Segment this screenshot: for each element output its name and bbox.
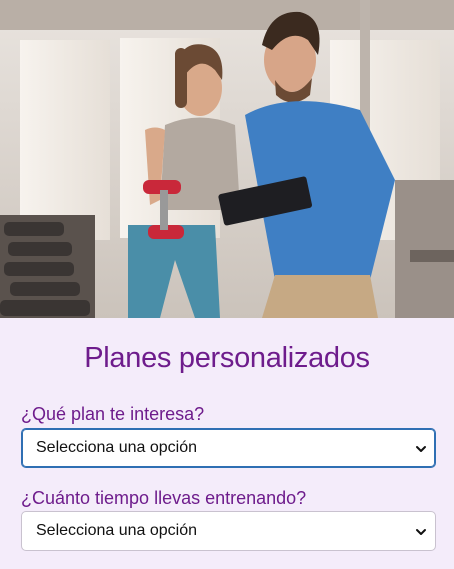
chevron-down-icon [416, 529, 426, 535]
plan-label: ¿Qué plan te interesa? [21, 404, 205, 424]
chevron-down-icon [416, 446, 426, 452]
page-title: Planes personalizados [84, 342, 370, 374]
training-label: ¿Cuánto tiempo llevas entrenando? [21, 488, 307, 508]
training-select-value: Selecciona una opción [36, 522, 198, 539]
plan-select[interactable]: Selecciona una opción [21, 428, 436, 468]
form-panel: Planes personalizados ¿Qué plan te inter… [0, 318, 454, 569]
training-select[interactable]: Selecciona una opción [21, 511, 436, 551]
gym-trainer-photo [0, 0, 454, 318]
plan-select-value: Selecciona una opción [36, 439, 198, 456]
hero-photo [0, 0, 454, 318]
